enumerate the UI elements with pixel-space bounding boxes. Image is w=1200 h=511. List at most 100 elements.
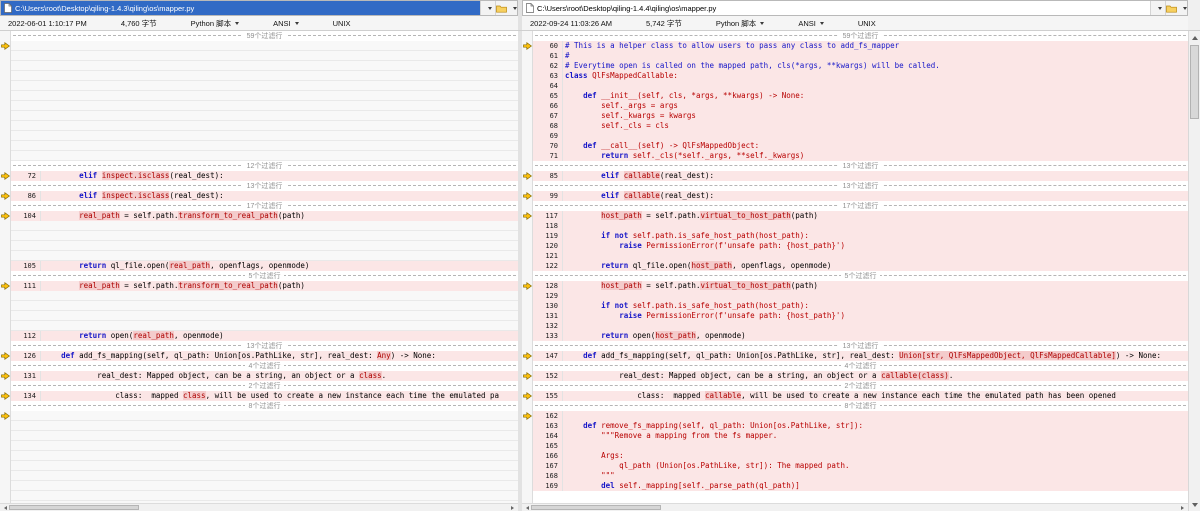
- code-line[interactable]: 68 self._cls = cls: [522, 121, 1188, 131]
- code-line[interactable]: 67 self._kwargs = kwargs: [522, 111, 1188, 121]
- filtered-lines-separator[interactable]: 2个过滤行: [0, 381, 518, 391]
- scroll-up-button[interactable]: [1189, 31, 1200, 43]
- code-line[interactable]: 62 # Everytime open is called on the mapp…: [522, 61, 1188, 71]
- code-line[interactable]: 155 class: mapped callable, will be used…: [522, 391, 1188, 401]
- code-line[interactable]: 111 real_path = self.path.transform_to_r…: [0, 281, 518, 291]
- filtered-lines-separator[interactable]: 12个过滤行: [0, 161, 518, 171]
- filtered-lines-separator[interactable]: 17个过滤行: [522, 201, 1188, 211]
- code-line[interactable]: 72 elif inspect.isclass(real_dest):: [0, 171, 518, 181]
- right-file-header[interactable]: C:\Users\root\Desktop\qiling-1.4.4\qilin…: [522, 0, 1188, 16]
- code-line[interactable]: 163 def remove_fs_mapping(self, ql_path:…: [522, 421, 1188, 431]
- scroll-right-button[interactable]: [509, 504, 518, 511]
- scroll-right-button[interactable]: [1179, 504, 1188, 511]
- code-line[interactable]: 167 ql_path (Union[os.PathLike, str]): T…: [522, 461, 1188, 471]
- code-line[interactable]: 126 def add_fs_mapping(self, ql_path: Un…: [0, 351, 518, 361]
- code-line[interactable]: 134 class: mapped class, will be used to…: [0, 391, 518, 401]
- code-line[interactable]: 162: [522, 411, 1188, 421]
- code-line[interactable]: 64: [522, 81, 1188, 91]
- code-line[interactable]: 131 real_dest: Mapped object, can be a s…: [0, 371, 518, 381]
- left-file-header[interactable]: C:\Users\root\Desktop\qiling-1.4.3\qilin…: [0, 0, 518, 16]
- code-line[interactable]: 169 del self._mapping[self._parse_path(q…: [522, 481, 1188, 491]
- code-line[interactable]: 71 return self._cls(*self._args, **self.…: [522, 151, 1188, 161]
- code-line[interactable]: 122 return ql_file.open(host_path, openf…: [522, 261, 1188, 271]
- filtered-lines-separator[interactable]: 13个过滤行: [522, 341, 1188, 351]
- right-hscroll-thumb[interactable]: [531, 504, 661, 510]
- code-text: Args:: [563, 451, 1188, 461]
- code-line[interactable]: 112 return open(real_path, openmode): [0, 331, 518, 341]
- filtered-lines-separator[interactable]: 59个过滤行: [0, 31, 518, 41]
- code-line[interactable]: 165: [522, 441, 1188, 451]
- scroll-left-button[interactable]: [522, 504, 531, 511]
- left-horizontal-scrollbar[interactable]: [0, 503, 518, 511]
- right-header-menu-button[interactable]: [1150, 1, 1165, 15]
- code-line[interactable]: 119 if not self.path.is_safe_host_path(h…: [522, 231, 1188, 241]
- filtered-lines-separator[interactable]: 8个过滤行: [522, 401, 1188, 411]
- scroll-left-button[interactable]: [0, 504, 9, 511]
- code-line[interactable]: 132: [522, 321, 1188, 331]
- right-code-view[interactable]: 59个过滤行 60 # This is a helper class to allo…: [522, 31, 1188, 503]
- code-line[interactable]: 65 def __init__(self, cls, *args, **kwar…: [522, 91, 1188, 101]
- code-line[interactable]: 104 real_path = self.path.transform_to_r…: [0, 211, 518, 221]
- filtered-lines-separator[interactable]: 4个过滤行: [522, 361, 1188, 371]
- code-line[interactable]: 70 def __call__(self) -> QlFsMappedObjec…: [522, 141, 1188, 151]
- code-line[interactable]: 117 host_path = self.path.virtual_to_hos…: [522, 211, 1188, 221]
- filtered-lines-separator[interactable]: 59个过滤行: [522, 31, 1188, 41]
- code-line[interactable]: 61 #: [522, 51, 1188, 61]
- left-file-type-dropdown[interactable]: Python 脚本: [191, 18, 240, 29]
- left-code-view[interactable]: 59个过滤行 12个过滤行 72 elif inspect.isclass(real…: [0, 31, 518, 503]
- separator-body: 17个过滤行: [533, 201, 1188, 211]
- line-number: 131: [533, 311, 563, 321]
- filtered-lines-separator[interactable]: 8个过滤行: [0, 401, 518, 411]
- right-encoding-dropdown[interactable]: ANSI: [798, 19, 824, 28]
- filtered-lines-separator[interactable]: 5个过滤行: [0, 271, 518, 281]
- right-browse-button[interactable]: [1165, 1, 1187, 15]
- left-encoding-dropdown[interactable]: ANSI: [273, 19, 299, 28]
- code-line[interactable]: 131 raise PermissionError(f'unsafe path:…: [522, 311, 1188, 321]
- code-line[interactable]: 86 elif inspect.isclass(real_dest):: [0, 191, 518, 201]
- gap-area: [11, 481, 518, 491]
- filtered-lines-separator[interactable]: 13个过滤行: [522, 161, 1188, 171]
- code-line[interactable]: 69: [522, 131, 1188, 141]
- code-line[interactable]: 152 real_dest: Mapped object, can be a s…: [522, 371, 1188, 381]
- code-line[interactable]: 129: [522, 291, 1188, 301]
- left-hscroll-thumb[interactable]: [9, 504, 139, 510]
- code-line[interactable]: 120 raise PermissionError(f'unsafe path:…: [522, 241, 1188, 251]
- right-file-type-dropdown[interactable]: Python 脚本: [716, 18, 765, 29]
- code-line[interactable]: 63 class QlFsMappedCallable:: [522, 71, 1188, 81]
- filtered-lines-separator[interactable]: 13个过滤行: [0, 181, 518, 191]
- code-line[interactable]: 147 def add_fs_mapping(self, ql_path: Un…: [522, 351, 1188, 361]
- right-file-path-bar[interactable]: C:\Users\root\Desktop\qiling-1.4.4\qilin…: [523, 1, 1150, 15]
- code-line[interactable]: 164 """Remove a mapping from the fs mapp…: [522, 431, 1188, 441]
- left-browse-button[interactable]: [495, 1, 517, 15]
- filtered-lines-separator[interactable]: 5个过滤行: [522, 271, 1188, 281]
- code-line[interactable]: 66 self._args = args: [522, 101, 1188, 111]
- scroll-down-button[interactable]: [1189, 499, 1200, 511]
- left-hscroll-track[interactable]: [9, 504, 509, 511]
- filtered-lines-separator[interactable]: 4个过滤行: [0, 361, 518, 371]
- code-line[interactable]: 118: [522, 221, 1188, 231]
- vscroll-track[interactable]: [1189, 43, 1200, 499]
- code-line[interactable]: 60 # This is a helper class to allow user…: [522, 41, 1188, 51]
- filtered-lines-separator[interactable]: 13个过滤行: [0, 341, 518, 351]
- code-line[interactable]: 85 elif callable(real_dest):: [522, 171, 1188, 181]
- code-line[interactable]: 133 return open(host_path, openmode): [522, 331, 1188, 341]
- right-horizontal-scrollbar[interactable]: [522, 503, 1188, 511]
- right-hscroll-track[interactable]: [531, 504, 1179, 511]
- filtered-lines-separator[interactable]: 2个过滤行: [522, 381, 1188, 391]
- separator-body: 13个过滤行: [533, 341, 1188, 351]
- code-line[interactable]: 168 """: [522, 471, 1188, 481]
- vertical-scrollbar[interactable]: [1188, 31, 1200, 511]
- code-line[interactable]: 130 if not self.path.is_safe_host_path(h…: [522, 301, 1188, 311]
- filtered-lines-separator[interactable]: 17个过滤行: [0, 201, 518, 211]
- code-line[interactable]: 128 host_path = self.path.virtual_to_hos…: [522, 281, 1188, 291]
- left-file-path-bar[interactable]: C:\Users\root\Desktop\qiling-1.4.3\qilin…: [1, 1, 480, 15]
- code-line[interactable]: 121: [522, 251, 1188, 261]
- vscroll-thumb[interactable]: [1190, 45, 1199, 119]
- code-line[interactable]: 99 elif callable(real_dest):: [522, 191, 1188, 201]
- code-line[interactable]: 166 Args:: [522, 451, 1188, 461]
- filtered-lines-separator[interactable]: 13个过滤行: [522, 181, 1188, 191]
- ghost-gap-row: [0, 51, 518, 61]
- left-header-menu-button[interactable]: [480, 1, 495, 15]
- ghost-gap-row: [0, 71, 518, 81]
- code-line[interactable]: 105 return ql_file.open(real_path, openf…: [0, 261, 518, 271]
